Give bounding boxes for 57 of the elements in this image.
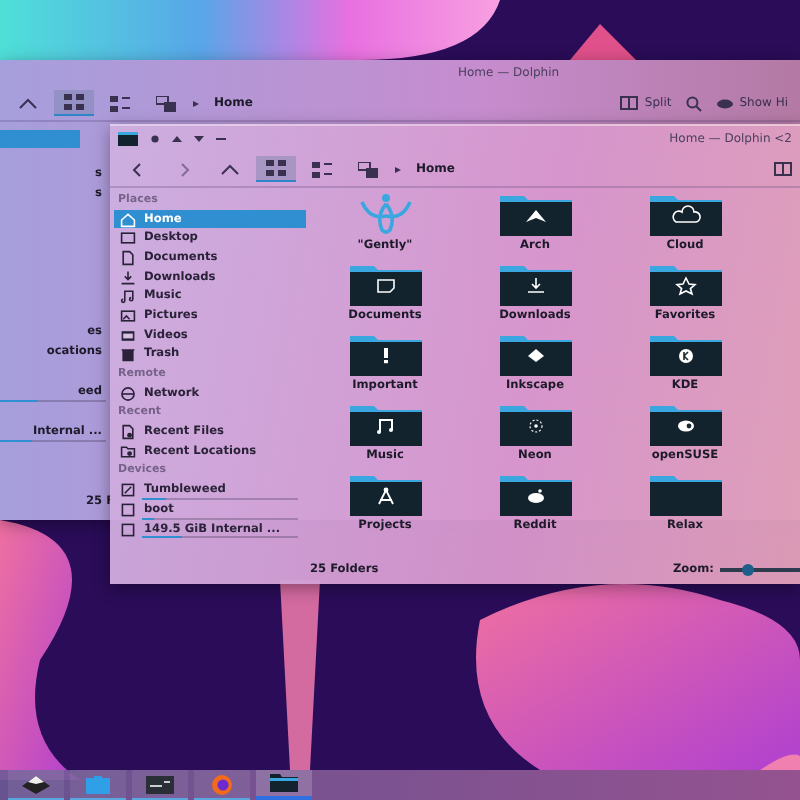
split-view-icon xyxy=(620,96,639,110)
selection-highlight xyxy=(0,130,80,148)
folder-icon xyxy=(499,402,571,446)
details-list-icon xyxy=(110,95,130,111)
trash-icon xyxy=(120,346,136,363)
compact-view-icon xyxy=(156,95,176,111)
split-icon[interactable] xyxy=(774,162,792,176)
folder-icon xyxy=(268,772,300,794)
folder-app-icon xyxy=(118,132,138,146)
folder-icon xyxy=(499,192,571,236)
search-button[interactable] xyxy=(681,95,706,111)
shade-button[interactable] xyxy=(216,134,226,144)
slider-thumb[interactable] xyxy=(742,563,754,576)
folder-icon xyxy=(499,262,571,306)
film-icon xyxy=(120,327,136,344)
keep-above-button[interactable] xyxy=(172,134,182,144)
search-icon xyxy=(685,95,702,111)
breadcrumb-arrow-icon xyxy=(192,99,200,107)
view-mode-button[interactable] xyxy=(54,90,94,116)
recent-folder-icon xyxy=(120,443,136,460)
globe-icon xyxy=(120,385,136,402)
folder-icon xyxy=(349,402,421,446)
diamond-icon xyxy=(20,773,52,795)
folder-icon xyxy=(649,332,721,376)
keep-below-button[interactable] xyxy=(194,134,204,144)
folder-icon xyxy=(649,402,721,446)
picture-icon xyxy=(120,307,136,324)
folder-icon xyxy=(499,472,571,516)
taskbar-app-button[interactable] xyxy=(132,770,188,800)
folder-icon xyxy=(349,262,421,306)
caret-up-icon xyxy=(18,95,38,111)
folder-icon xyxy=(349,332,421,376)
taskbar-app-button[interactable] xyxy=(8,770,64,800)
icon-grid-icon xyxy=(64,94,84,110)
compact-view-icon xyxy=(358,161,378,177)
folder-icon xyxy=(499,332,571,376)
icon-grid-icon xyxy=(266,160,286,176)
view-mode-button[interactable] xyxy=(256,156,296,182)
download-icon xyxy=(120,269,136,286)
recent-file-icon xyxy=(120,424,136,441)
breadcrumb-arrow-icon xyxy=(394,165,402,173)
monitor-icon xyxy=(120,230,136,247)
folder-icon xyxy=(649,192,721,236)
house-icon xyxy=(120,211,136,228)
caret-up-icon xyxy=(220,161,240,177)
folder-icon xyxy=(649,472,721,516)
terminal-window-icon xyxy=(144,773,176,795)
eye-icon xyxy=(715,97,734,109)
briefcase-icon xyxy=(82,773,114,795)
document-icon xyxy=(120,249,136,266)
taskbar-app-button[interactable] xyxy=(256,770,312,800)
dot-button[interactable] xyxy=(150,134,160,144)
details-list-icon xyxy=(312,161,332,177)
music-note-icon xyxy=(120,288,136,305)
wallpaper-triangle xyxy=(570,24,636,60)
folder-icon xyxy=(649,262,721,306)
folder-icon xyxy=(349,472,421,516)
